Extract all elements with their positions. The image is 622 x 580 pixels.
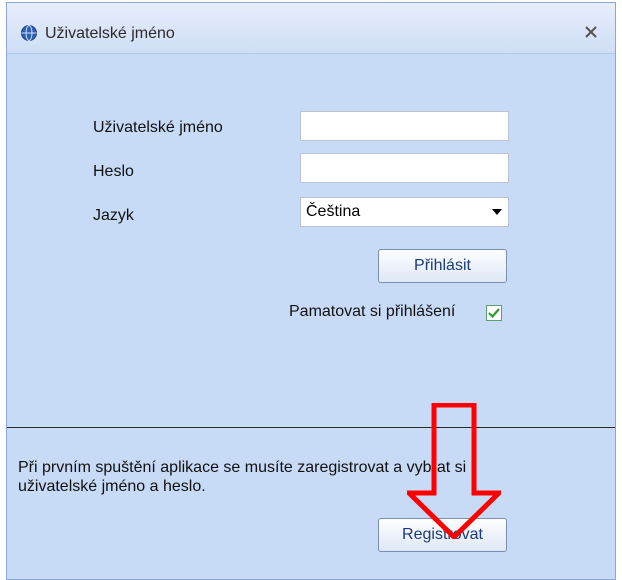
remember-label: Pamatovat si přihlášení <box>289 303 456 320</box>
title-bar: Uživatelské jméno <box>7 3 615 54</box>
language-label: Jazyk <box>93 207 134 224</box>
close-icon[interactable] <box>583 23 601 41</box>
annotation-arrow-icon <box>407 403 501 539</box>
section-divider <box>7 427 615 428</box>
password-label: Heslo <box>93 163 134 180</box>
login-button[interactable]: Přihlásit <box>378 249 507 283</box>
chevron-down-icon[interactable] <box>492 209 502 215</box>
globe-icon <box>21 25 37 41</box>
remember-checkbox[interactable] <box>486 305 502 321</box>
login-window: Uživatelské jméno Uživatelské jméno Hesl… <box>6 2 616 580</box>
username-label: Uživatelské jméno <box>93 119 223 136</box>
window-title: Uživatelské jméno <box>45 25 175 42</box>
password-input[interactable] <box>300 153 509 183</box>
checkmark-icon <box>488 308 500 319</box>
language-selected-value: Čeština <box>306 203 361 220</box>
language-select[interactable]: Čeština <box>300 197 509 227</box>
username-input[interactable] <box>300 111 509 141</box>
